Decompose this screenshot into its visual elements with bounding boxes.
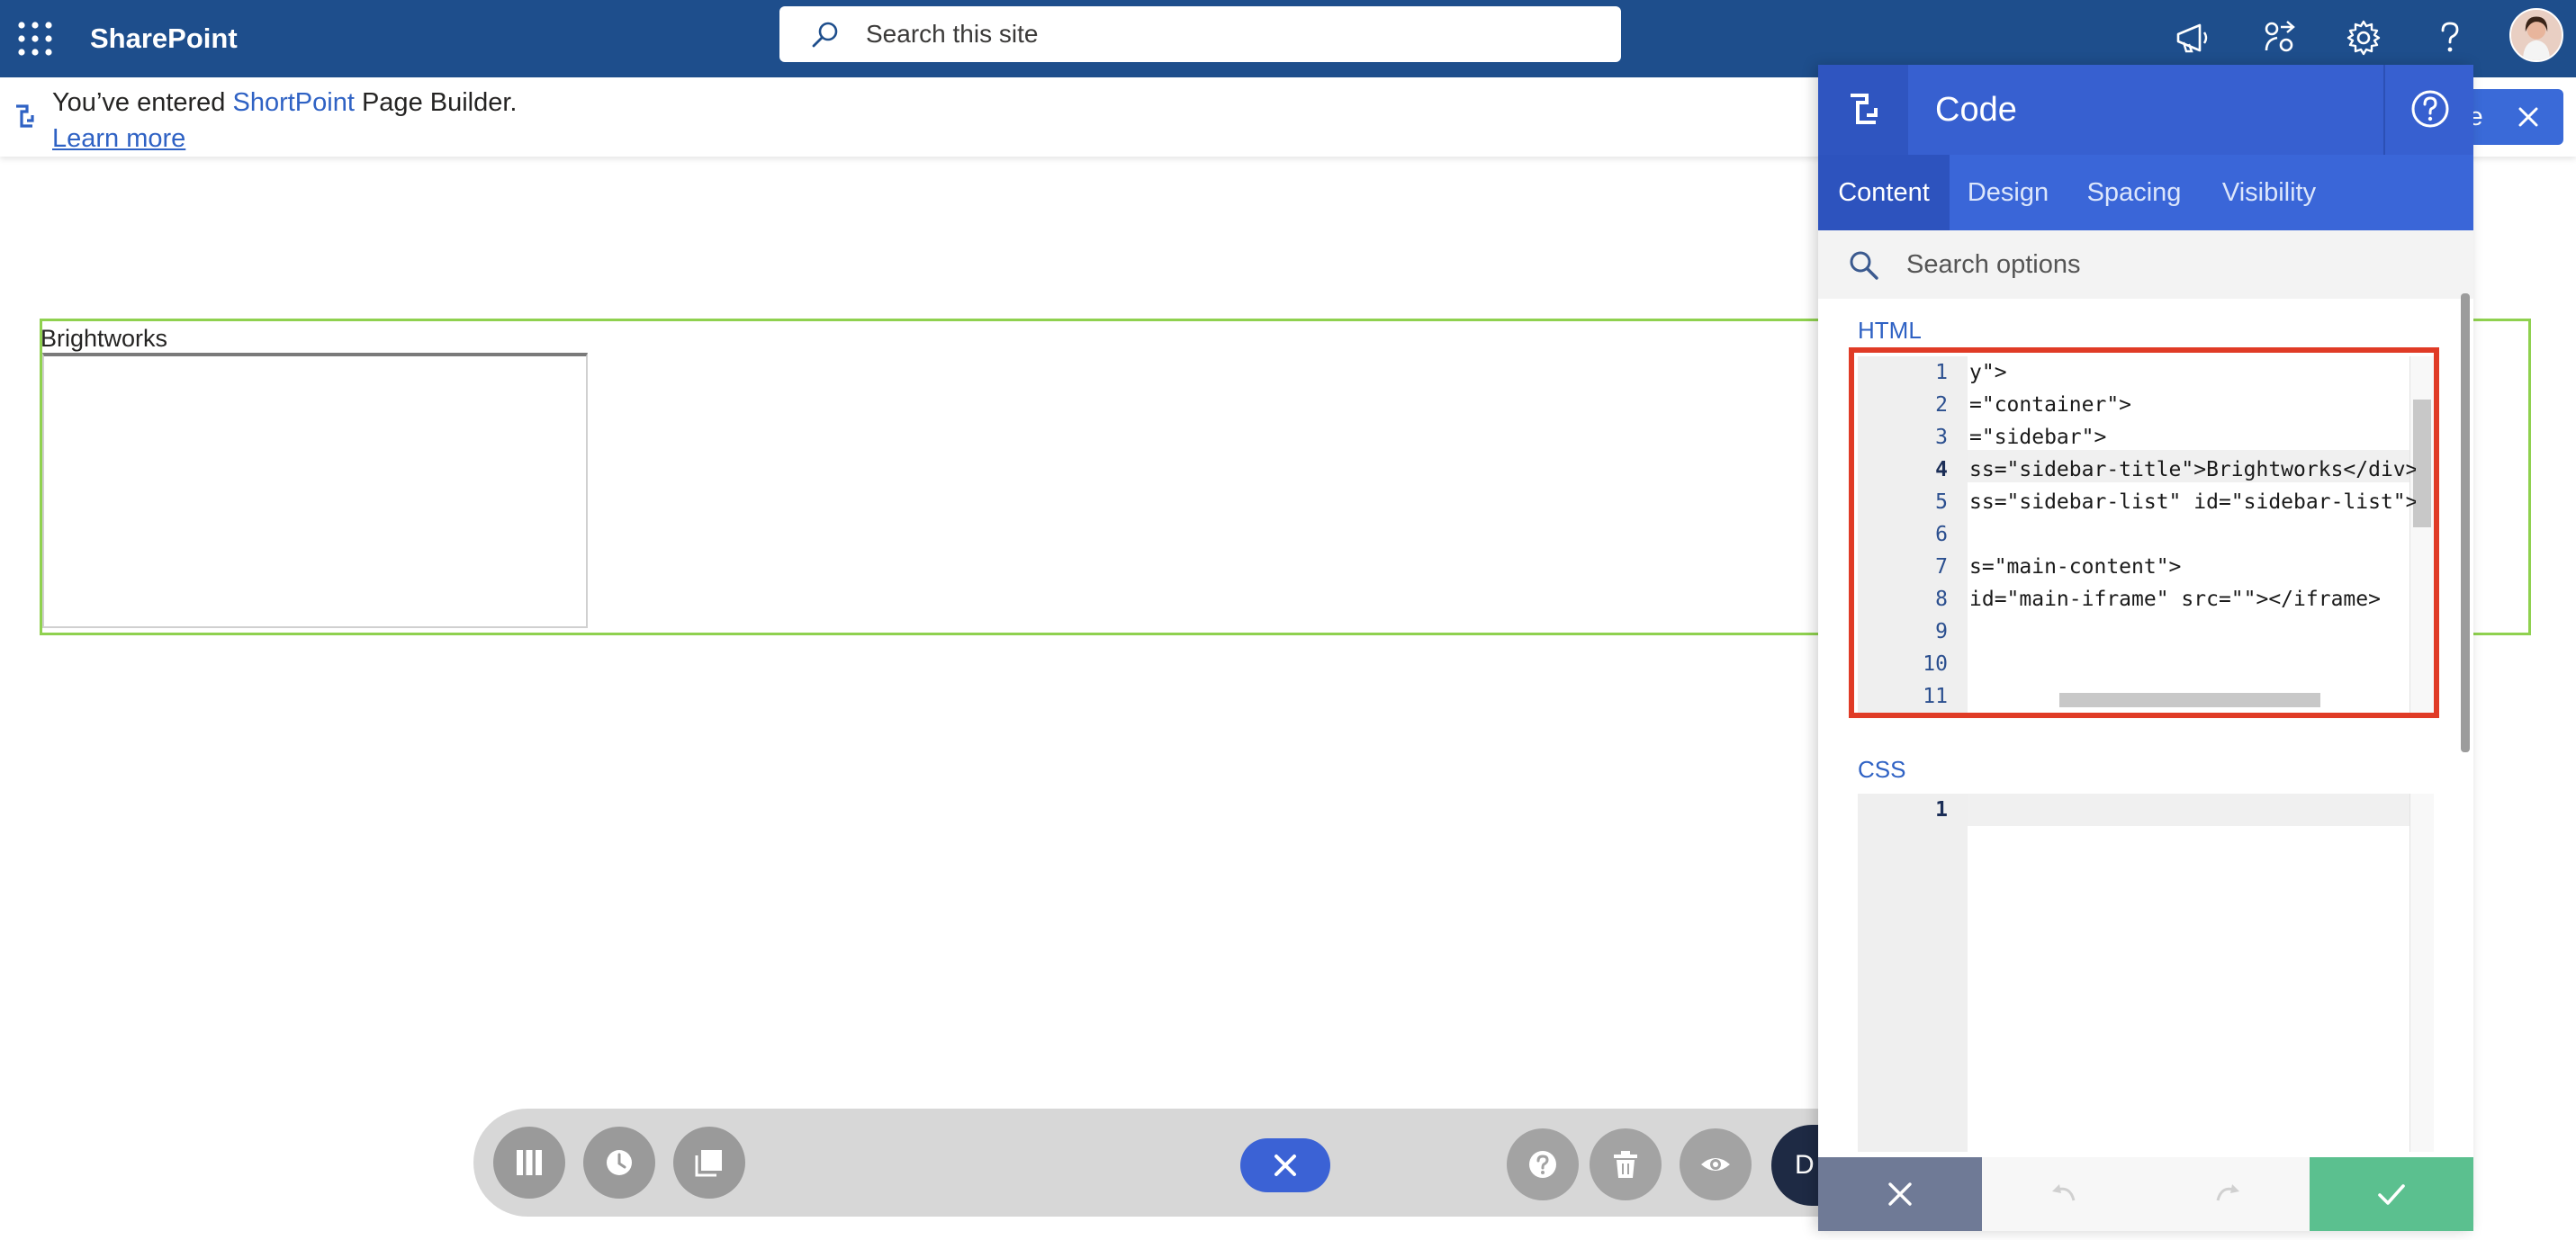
waffle-icon[interactable] xyxy=(13,16,58,61)
eye-icon xyxy=(1701,1158,1730,1171)
gear-icon[interactable] xyxy=(2344,18,2383,58)
search-icon xyxy=(1850,251,1878,280)
line-number: 7 xyxy=(1935,555,1948,579)
line-number: 1 xyxy=(1935,361,1948,384)
megaphone-icon[interactable] xyxy=(2173,18,2212,58)
line-number: 3 xyxy=(1935,426,1948,449)
shortpoint-logo-icon xyxy=(1818,65,1908,155)
code-line[interactable] xyxy=(1969,518,2416,551)
code-line[interactable]: ss="sidebar-title">Brightworks</div> xyxy=(1969,454,2416,486)
help-icon xyxy=(2411,90,2449,128)
panel-footer xyxy=(1818,1157,2473,1231)
columns-button[interactable] xyxy=(493,1127,565,1199)
app-name[interactable]: SharePoint xyxy=(90,18,238,59)
code-line[interactable] xyxy=(1969,616,2416,648)
code-line[interactable]: y"> xyxy=(1969,356,2416,389)
dark-toolbar-button-label: D xyxy=(1795,1150,1815,1180)
options-search-input[interactable]: Search options xyxy=(1906,230,2080,299)
learn-more-link[interactable]: Learn more xyxy=(52,121,185,157)
line-number: 4 xyxy=(1935,458,1948,481)
editor-scroll-thumb[interactable] xyxy=(2413,400,2431,527)
history-button[interactable] xyxy=(583,1127,655,1199)
code-line[interactable]: id="main-iframe" src=""></iframe> xyxy=(1969,583,2416,616)
trash-icon xyxy=(1614,1151,1637,1178)
tab-content[interactable]: Content xyxy=(1818,155,1950,230)
help-button[interactable] xyxy=(1507,1128,1579,1200)
line-number: 8 xyxy=(1935,588,1948,611)
help-icon xyxy=(1529,1151,1556,1178)
tab-visibility[interactable]: Visibility xyxy=(2202,155,2337,230)
frame-title: Brightworks xyxy=(41,325,168,352)
discard-button[interactable] xyxy=(1818,1157,1982,1231)
options-search[interactable]: Search options xyxy=(1818,230,2473,299)
code-line[interactable]: ss="sidebar-list" id="sidebar-list"> xyxy=(1969,486,2416,518)
shortpoint-link[interactable]: ShortPoint xyxy=(232,88,354,117)
share-icon[interactable] xyxy=(2259,18,2299,58)
search-input[interactable]: Search this site xyxy=(866,6,1038,62)
line-number: 10 xyxy=(1923,652,1948,676)
panel-tabs: Content Design Spacing Visibility xyxy=(1818,155,2473,230)
panel-scrollbar[interactable] xyxy=(2461,293,2470,752)
editor-vertical-scrollbar[interactable] xyxy=(2409,794,2434,1152)
search-icon xyxy=(810,20,841,50)
code-line[interactable]: ="container"> xyxy=(1969,389,2416,421)
code-line[interactable]: ="sidebar"> xyxy=(1969,421,2416,454)
history-icon xyxy=(607,1150,632,1175)
delete-button[interactable] xyxy=(1590,1128,1662,1200)
preview-button[interactable] xyxy=(1680,1128,1752,1200)
panel-header: Code xyxy=(1818,65,2473,155)
redo-button[interactable] xyxy=(2146,1157,2310,1231)
undo-button[interactable] xyxy=(1982,1157,2146,1231)
code-line[interactable] xyxy=(1969,794,2416,826)
code-line[interactable] xyxy=(1969,648,2416,680)
css-label: CSS xyxy=(1858,756,1906,783)
notice-text: You’ve entered ShortPoint Page Builder. xyxy=(52,88,518,117)
code-line[interactable] xyxy=(1969,680,2416,713)
line-number: 2 xyxy=(1935,393,1948,417)
avatar[interactable] xyxy=(2509,8,2563,62)
apply-button[interactable] xyxy=(2310,1157,2473,1231)
tab-design[interactable]: Design xyxy=(1950,155,2067,230)
code-line[interactable]: s="main-content"> xyxy=(1969,551,2416,583)
undo-icon xyxy=(2052,1184,2076,1201)
code-settings-panel: Code Content Design Spacing Visibility S… xyxy=(1818,65,2473,1231)
layers-icon xyxy=(695,1150,722,1177)
close-icon xyxy=(1888,1182,1912,1206)
redo-icon xyxy=(2216,1184,2239,1201)
css-code-editor[interactable]: 1 xyxy=(1858,794,2434,1152)
help-icon[interactable] xyxy=(2430,18,2470,58)
panel-help-button[interactable] xyxy=(2383,65,2473,155)
cancel-edit-button[interactable] xyxy=(1240,1138,1330,1192)
line-number-gutter xyxy=(1858,794,1968,1152)
columns-icon xyxy=(517,1150,542,1175)
line-number: 6 xyxy=(1935,523,1948,546)
embedded-iframe[interactable] xyxy=(42,353,588,628)
close-icon xyxy=(2517,105,2540,129)
line-number: 5 xyxy=(1935,490,1948,514)
layers-button[interactable] xyxy=(673,1127,745,1199)
close-icon xyxy=(1274,1155,1296,1176)
tab-spacing[interactable]: Spacing xyxy=(2067,155,2202,230)
line-number: 1 xyxy=(1935,798,1948,822)
line-number: 9 xyxy=(1935,620,1948,643)
panel-title: Code xyxy=(1935,91,2017,129)
html-code-editor[interactable]: 1 y"> 2 ="container"> 3 ="sidebar"> 4 ss="sideb… xyxy=(1858,356,2434,713)
html-label: HTML xyxy=(1858,317,1922,344)
shortpoint-logo-icon xyxy=(13,103,36,130)
site-search-box[interactable]: Search this site xyxy=(779,6,1621,62)
line-number: 11 xyxy=(1923,685,1948,708)
checkmark-icon xyxy=(2378,1184,2405,1205)
